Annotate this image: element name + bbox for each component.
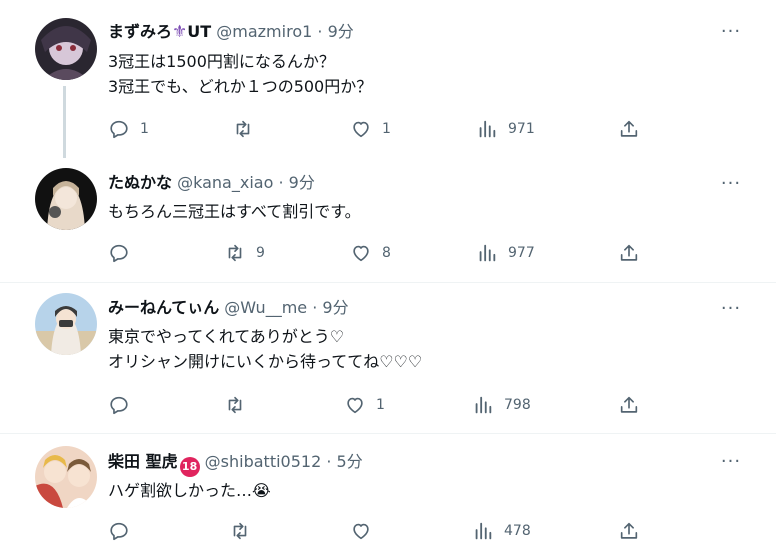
reply-button[interactable]: 1 [108, 116, 149, 142]
heart-icon [353, 523, 369, 540]
avatar-image [35, 168, 97, 230]
like-button[interactable] [350, 518, 382, 544]
avatar[interactable] [35, 446, 97, 508]
tweet-header: みーねんてぃん @Wu__me · 9分 [108, 296, 349, 320]
retweet-icon [236, 120, 250, 138]
tweet[interactable]: まずみろ⚜UT @mazmiro1 · 9分 ··· 3冠王は1500円割になる… [0, 0, 776, 160]
more-options-icon[interactable]: ··· [718, 452, 744, 472]
reply-thread: まずみろ⚜UT @mazmiro1 · 9分 ··· 3冠王は1500円割になる… [0, 0, 776, 556]
views-icon [479, 120, 496, 138]
age-badge-icon: 18 [179, 457, 200, 477]
retweet-button[interactable]: 9 [224, 240, 265, 266]
like-count: 8 [382, 245, 391, 261]
view-count: 798 [504, 397, 531, 413]
avatar-image [35, 446, 97, 508]
like-button[interactable]: 1 [350, 116, 391, 142]
like-button[interactable]: 1 [344, 392, 385, 418]
share-icon [620, 396, 638, 413]
share-button[interactable] [618, 240, 640, 266]
views-button[interactable]: 798 [472, 392, 531, 418]
action-bar: 1 1 971 [108, 116, 648, 142]
retweet-count: 9 [256, 245, 265, 261]
user-handle[interactable]: @mazmiro1 [216, 22, 312, 41]
tweet[interactable]: 柴田 聖虎 18 @shibatti0512 · 5分 ··· ハゲ割欲しかった…… [0, 434, 776, 556]
user-handle[interactable]: @kana_xiao [177, 173, 273, 192]
timestamp[interactable]: 9分 [328, 22, 354, 41]
reply-count: 1 [140, 121, 149, 137]
display-name[interactable]: みーねんてぃん [108, 298, 219, 317]
share-icon [620, 244, 638, 261]
share-icon [620, 522, 638, 539]
share-button[interactable] [618, 116, 640, 142]
views-icon [475, 522, 492, 540]
thread-connector [63, 86, 66, 158]
reply-button[interactable] [108, 392, 140, 418]
retweet-button[interactable] [232, 116, 264, 142]
action-bar: 478 [108, 518, 648, 544]
share-button[interactable] [618, 518, 640, 544]
separator-dot: · [312, 298, 318, 317]
tweet-header: たぬかな @kana_xiao · 9分 [108, 171, 315, 195]
retweet-icon [228, 244, 242, 262]
views-button[interactable]: 977 [476, 240, 535, 266]
retweet-icon [228, 396, 242, 414]
tweet-text: もちろん三冠王はすべて割引です。 [108, 202, 361, 221]
separator-dot: · [317, 22, 323, 41]
avatar-image [35, 293, 97, 355]
heart-icon [353, 121, 369, 138]
tweet-header: まずみろ⚜UT @mazmiro1 · 9分 [108, 20, 354, 44]
tweet-text: 東京でやってくれてありがとう♡ オリシャン開けにいくから待っててね♡♡♡ [108, 327, 423, 371]
retweet-icon [233, 522, 247, 540]
views-icon [479, 244, 496, 262]
share-icon [620, 120, 638, 137]
views-button[interactable]: 971 [476, 116, 535, 142]
like-button[interactable]: 8 [350, 240, 391, 266]
tweet-header: 柴田 聖虎 18 @shibatti0512 · 5分 [108, 450, 363, 477]
retweet-button[interactable] [224, 392, 256, 418]
tweet[interactable]: みーねんてぃん @Wu__me · 9分 ··· 東京でやってくれてありがとう♡… [0, 283, 776, 433]
action-bar: 1 798 [108, 392, 648, 418]
tweet-text: 3冠王は1500円割になるんか？ 3冠王でも、どれか１つの500円か？ [108, 52, 373, 96]
tweet[interactable]: たぬかな @kana_xiao · 9分 ··· もちろん三冠王はすべて割引です… [0, 160, 776, 282]
separator-dot: · [326, 452, 332, 471]
avatar[interactable] [35, 168, 97, 230]
display-name[interactable]: 柴田 聖虎 [108, 452, 178, 471]
more-options-icon[interactable]: ··· [718, 174, 744, 194]
timestamp[interactable]: 9分 [289, 173, 315, 192]
more-options-icon[interactable]: ··· [718, 22, 744, 42]
like-count: 1 [376, 397, 385, 413]
display-name-suffix[interactable]: UT [187, 22, 211, 41]
avatar-image [35, 18, 97, 80]
reply-icon [110, 120, 128, 139]
like-count: 1 [382, 121, 391, 137]
display-name[interactable]: まずみろ [108, 22, 172, 41]
display-name[interactable]: たぬかな [108, 173, 172, 192]
reply-icon [110, 396, 128, 415]
action-bar: 9 8 977 [108, 240, 648, 266]
fleur-de-lis-icon: ⚜ [172, 22, 188, 42]
views-icon [475, 396, 492, 414]
heart-icon [353, 245, 369, 262]
separator-dot: · [278, 173, 284, 192]
view-count: 971 [508, 121, 535, 137]
reply-button[interactable] [108, 240, 140, 266]
view-count: 478 [504, 523, 531, 539]
more-options-icon[interactable]: ··· [718, 299, 744, 319]
heart-icon [347, 397, 363, 414]
retweet-button[interactable] [229, 518, 261, 544]
tweet-text: ハゲ割欲しかった…😭 [108, 481, 271, 500]
share-button[interactable] [618, 392, 640, 418]
reply-button[interactable] [108, 518, 140, 544]
avatar[interactable] [35, 18, 97, 80]
timestamp[interactable]: 5分 [337, 452, 363, 471]
reply-icon [110, 522, 128, 541]
reply-icon [110, 244, 128, 263]
avatar[interactable] [35, 293, 97, 355]
user-handle[interactable]: @shibatti0512 [205, 452, 322, 471]
timestamp[interactable]: 9分 [322, 298, 348, 317]
view-count: 977 [508, 245, 535, 261]
views-button[interactable]: 478 [472, 518, 531, 544]
user-handle[interactable]: @Wu__me [224, 298, 307, 317]
